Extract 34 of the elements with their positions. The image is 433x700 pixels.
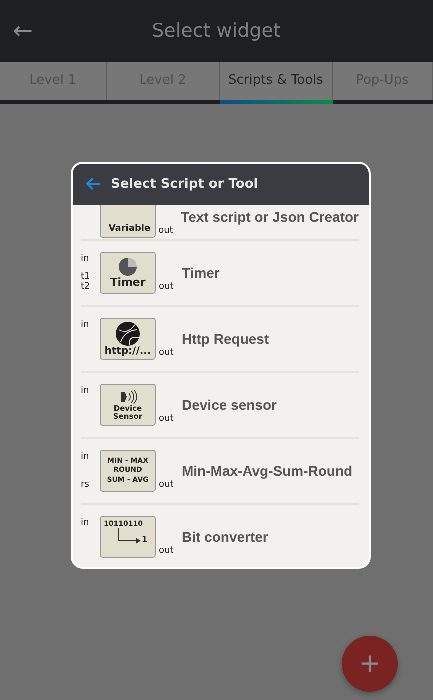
block-label: Variable (108, 224, 151, 234)
list-item[interactable]: Variable out Text script or Json Creator (81, 205, 359, 241)
output-port-label: out (158, 346, 175, 360)
input-port-label: rs (81, 480, 90, 490)
output-port-label: out (158, 478, 175, 492)
globe-icon (115, 320, 141, 347)
item-title: Text script or Json Creator (181, 208, 359, 227)
input-port-label: t1 (81, 272, 92, 282)
sensor-icon (119, 389, 137, 406)
output-port-label: out (158, 280, 175, 294)
back-button[interactable]: ← (0, 19, 46, 43)
item-title: Http Request (182, 330, 270, 349)
item-title: Bit converter (182, 528, 268, 546)
output-port-label: out (158, 412, 175, 426)
dialog-title: Select Script or Tool (111, 176, 258, 194)
item-title: Device sensor (182, 396, 277, 414)
arrow-icon (118, 528, 142, 544)
output-port-label: out (158, 224, 174, 238)
output-port-label: out (158, 544, 175, 558)
block-label: 1 (142, 536, 148, 544)
item-title: Timer (182, 264, 220, 282)
input-port-label: in (81, 386, 90, 396)
input-port-label: in (81, 452, 90, 462)
input-port-label: in (81, 254, 90, 264)
list-item[interactable]: in http://... out Http Request (81, 307, 359, 373)
pie-icon (118, 257, 138, 278)
item-title: Min-Max-Avg-Sum-Round (182, 462, 353, 481)
input-port-label: in (81, 320, 90, 330)
block-label: http://... (104, 346, 152, 358)
input-port-label: t2 (81, 282, 92, 292)
block-label: Timer (110, 277, 146, 289)
list-item[interactable]: in t1 t2 Timer out Timer (81, 241, 359, 307)
input-port-label: in (81, 518, 90, 528)
page-title: Select widget (151, 18, 282, 44)
